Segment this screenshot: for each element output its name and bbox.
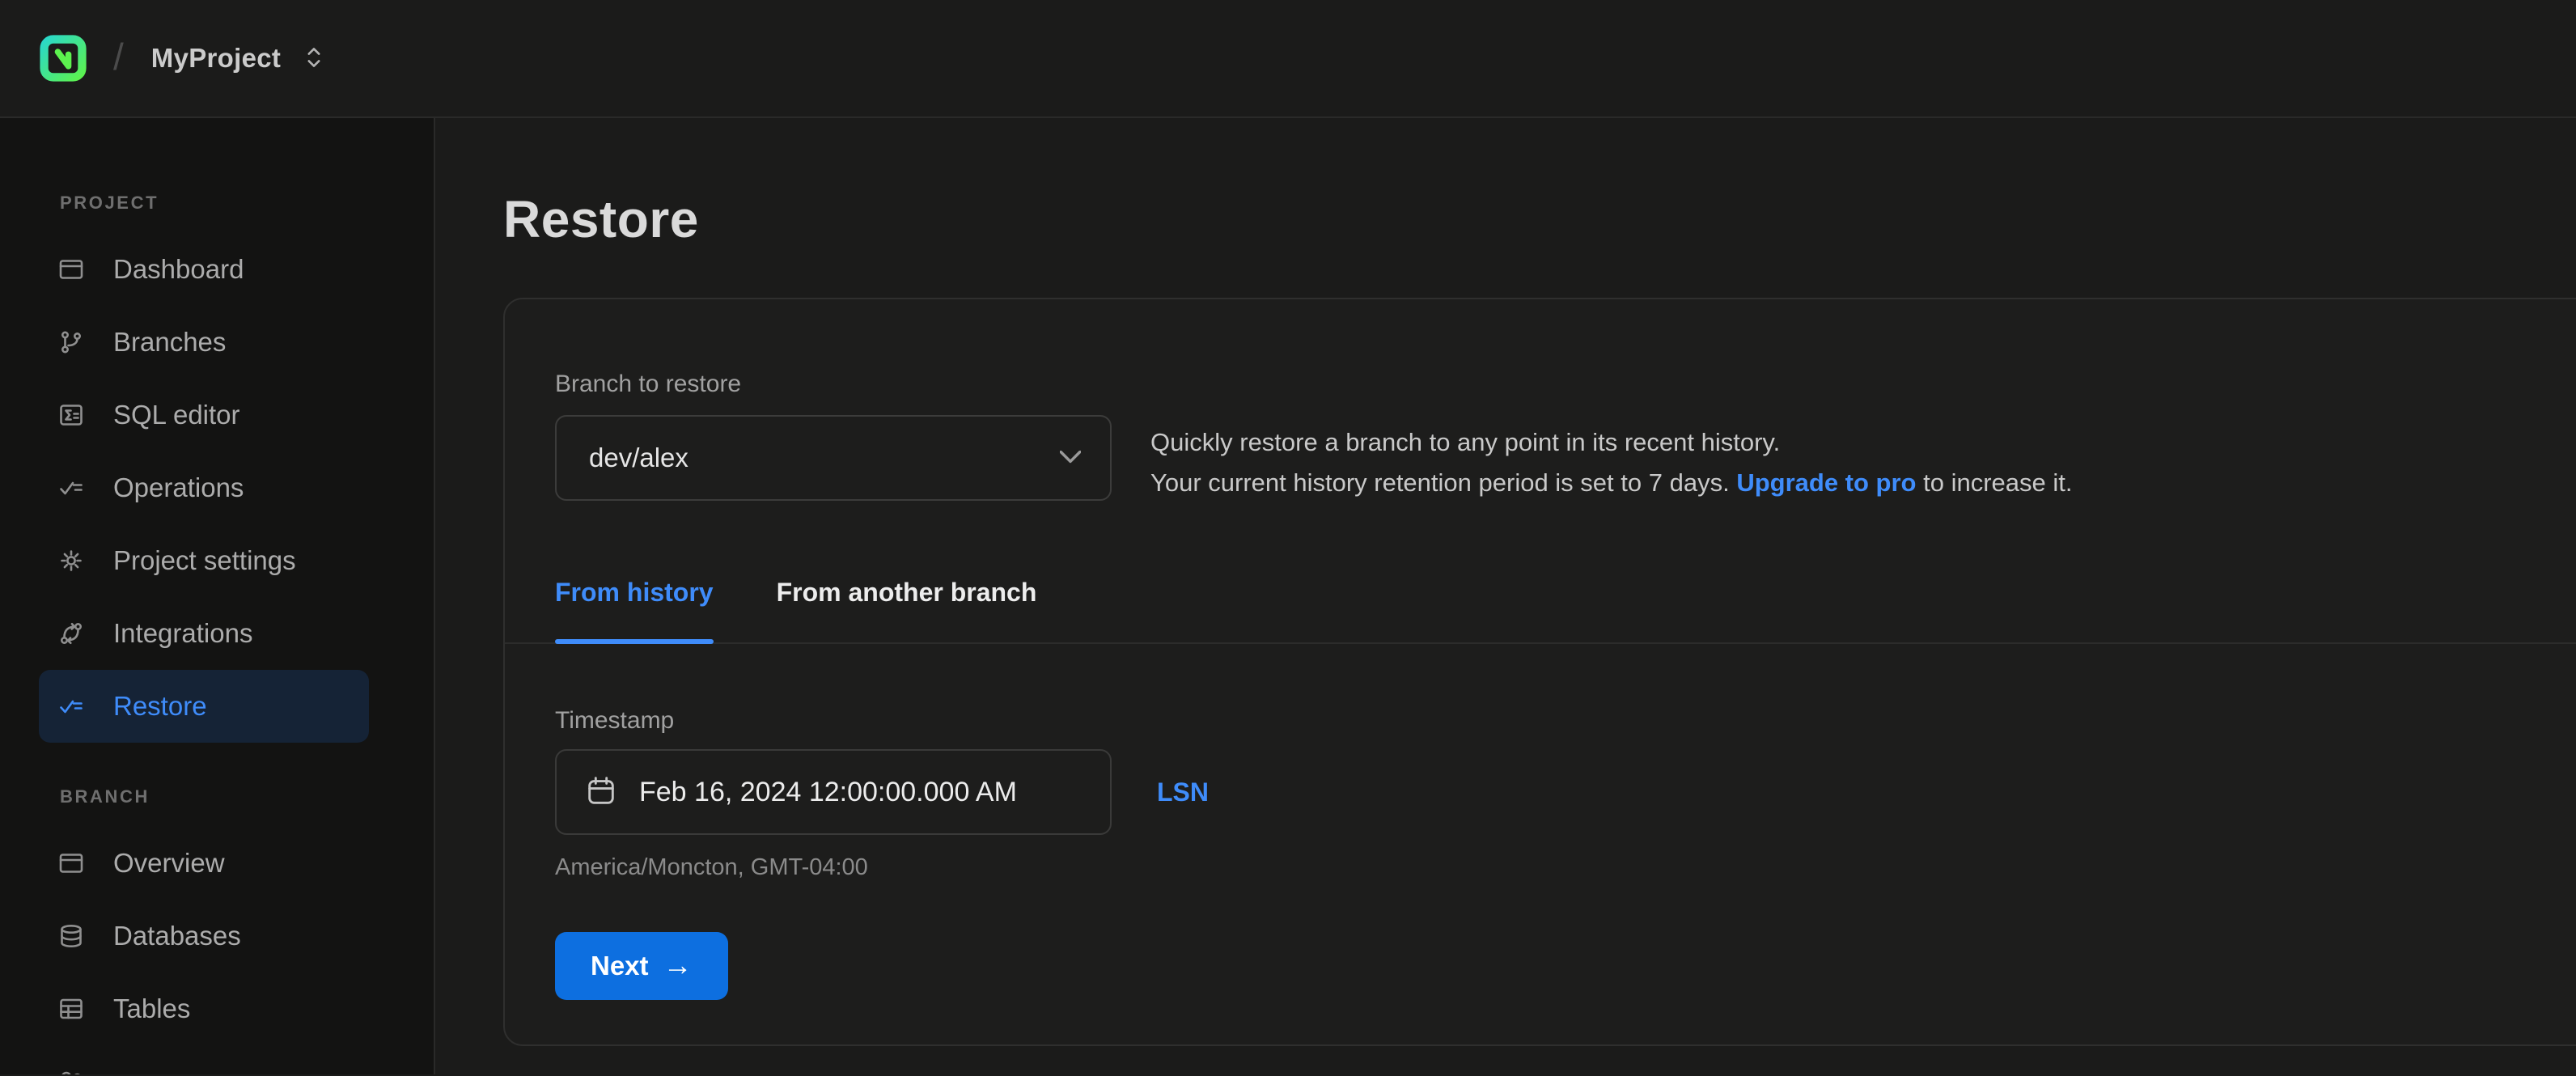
restore-card: Branch to restore dev/alex Quickly resto… [503, 298, 2576, 1046]
sidebar-item-overview[interactable]: Overview [39, 827, 369, 900]
branch-select-value: dev/alex [589, 443, 688, 473]
tab-from-history[interactable]: From history [555, 576, 714, 642]
sidebar-section-label: BRANCH [60, 786, 434, 807]
tab-from-another-branch[interactable]: From another branch [777, 576, 1037, 642]
users-icon [57, 1067, 86, 1074]
sidebar-section-branch: BRANCH Overview Databases Tables [39, 786, 434, 1074]
branch-select-label: Branch to restore [555, 369, 2576, 400]
arrow-right-icon: → [663, 948, 693, 982]
breadcrumb-separator: / [113, 35, 124, 78]
sidebar: PROJECT Dashboard Branches SQL editor Operat… [0, 118, 435, 1074]
sidebar-item-sql-editor[interactable]: SQL editor [39, 379, 369, 451]
branches-icon [57, 328, 86, 357]
description-line1: Quickly restore a branch to any point in… [1150, 422, 2072, 463]
topbar: / MyProject [0, 0, 2576, 118]
settings-icon [57, 546, 86, 575]
sidebar-item-label: Tables [113, 993, 190, 1024]
main-content: Restore Branch to restore dev/alex Quick [435, 118, 2576, 1074]
branch-select[interactable]: dev/alex [555, 415, 1112, 501]
sidebar-item-label: Project settings [113, 545, 296, 576]
sidebar-item-dashboard[interactable]: Dashboard [39, 233, 369, 306]
sidebar-item-branches[interactable]: Branches [39, 306, 369, 379]
restore-description: Quickly restore a branch to any point in… [1150, 422, 2072, 503]
sql-editor-icon [57, 400, 86, 430]
overview-icon [57, 849, 86, 878]
sidebar-item-label: Databases [113, 921, 241, 951]
table-icon [57, 994, 86, 1023]
sidebar-item-label: Overview [113, 848, 225, 879]
calendar-icon [584, 773, 618, 811]
next-button[interactable]: Next → [555, 932, 728, 1000]
neon-logo[interactable] [39, 33, 87, 83]
dashboard-icon [57, 255, 86, 284]
restore-icon [57, 692, 86, 721]
sidebar-item-partial[interactable] [39, 1045, 369, 1074]
timezone-label: America/Moncton, GMT-04:00 [555, 853, 2576, 882]
sidebar-item-label: Restore [113, 691, 207, 722]
tabbar: From history From another branch [505, 576, 2576, 644]
sidebar-item-integrations[interactable]: Integrations [39, 597, 369, 670]
chevron-down-icon [1060, 451, 1081, 466]
sidebar-section-label: PROJECT [60, 193, 434, 214]
sidebar-item-label: SQL editor [113, 400, 240, 430]
timestamp-label: Timestamp [555, 705, 2576, 736]
sidebar-item-label: Dashboard [113, 254, 244, 285]
page-title: Restore [503, 188, 2576, 251]
integrations-icon [57, 619, 86, 648]
sidebar-item-label: Branches [113, 327, 226, 358]
timestamp-input[interactable]: Feb 16, 2024 12:00:00.000 AM [555, 749, 1112, 835]
sidebar-item-restore[interactable]: Restore [39, 670, 369, 743]
upgrade-to-pro-link[interactable]: Upgrade to pro [1736, 468, 1916, 497]
sidebar-item-tables[interactable]: Tables [39, 972, 369, 1045]
sidebar-item-databases[interactable]: Databases [39, 900, 369, 972]
sidebar-section-project: PROJECT Dashboard Branches SQL editor Operat… [39, 193, 434, 743]
unfold-icon [305, 45, 323, 72]
project-name: MyProject [151, 43, 281, 74]
sidebar-item-label: Operations [113, 472, 244, 503]
sidebar-item-project-settings[interactable]: Project settings [39, 524, 369, 597]
sidebar-item-operations[interactable]: Operations [39, 451, 369, 524]
timestamp-value: Feb 16, 2024 12:00:00.000 AM [639, 777, 1017, 808]
operations-icon [57, 473, 86, 502]
project-switcher[interactable]: MyProject [151, 43, 323, 74]
sidebar-item-label: Integrations [113, 618, 252, 649]
description-line2: Your current history retention period is… [1150, 463, 2072, 503]
database-icon [57, 921, 86, 951]
lsn-link[interactable]: LSN [1157, 777, 1209, 807]
